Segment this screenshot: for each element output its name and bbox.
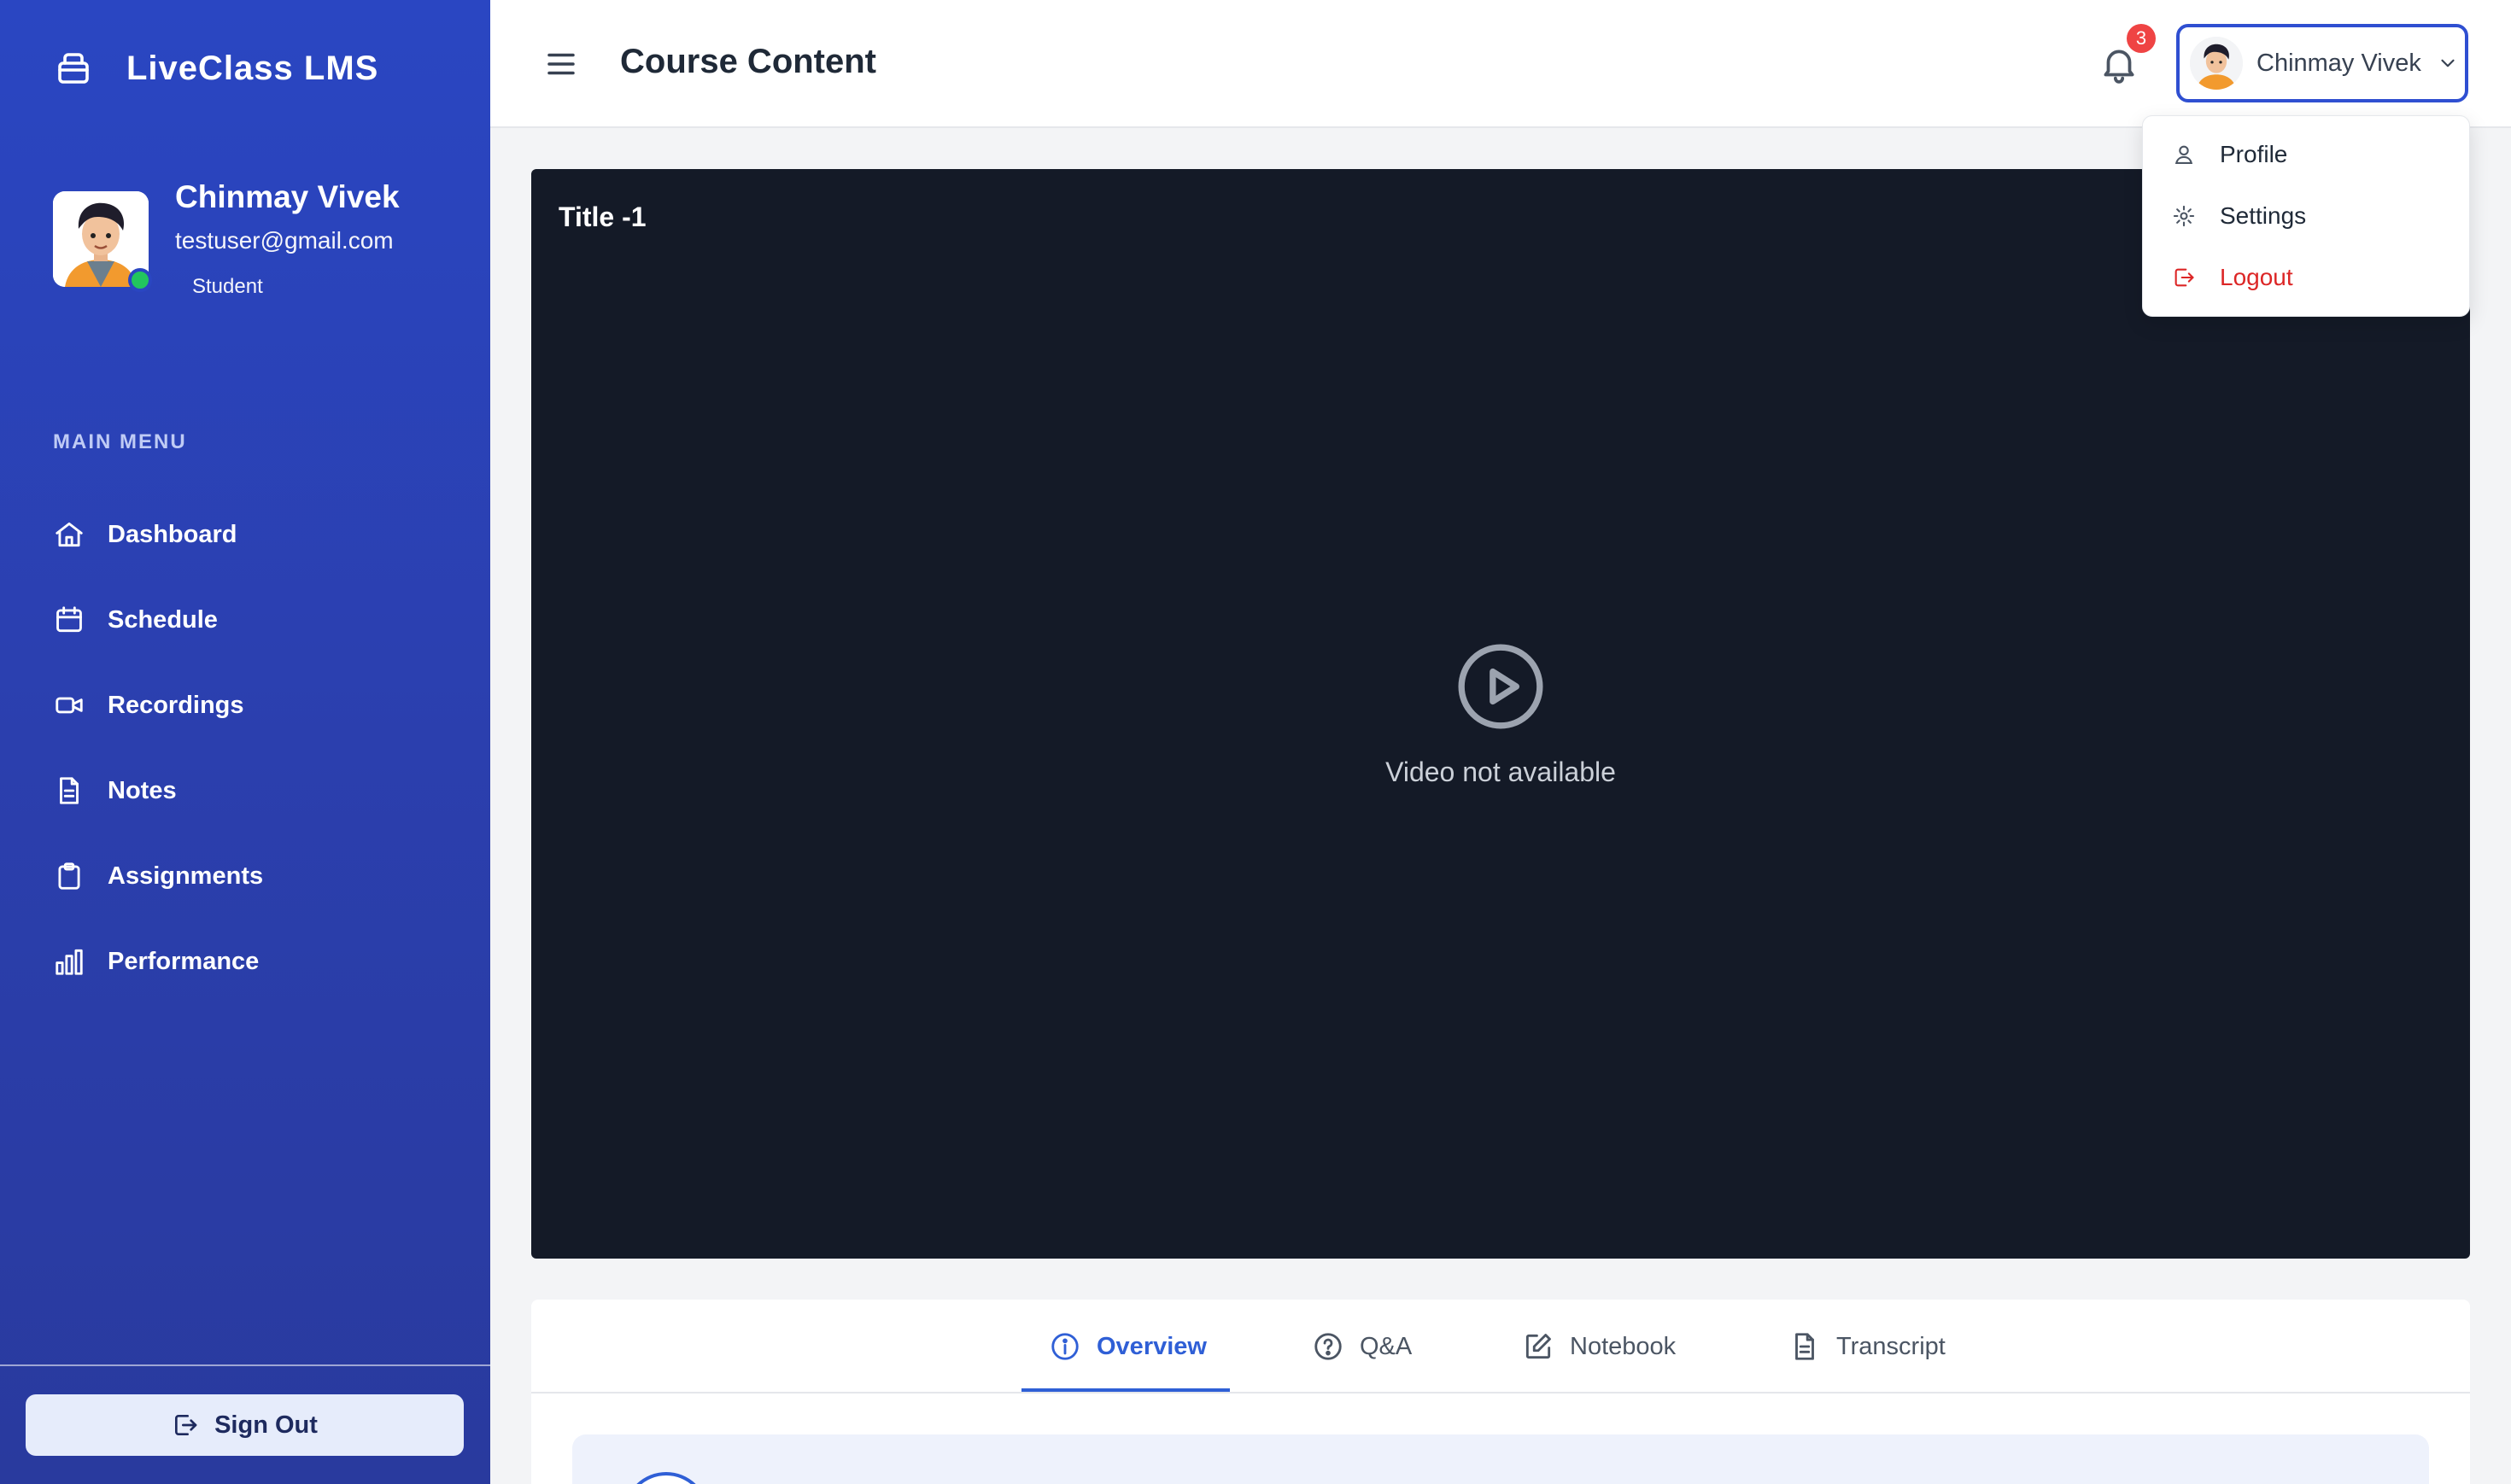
chevron-down-icon	[2441, 59, 2455, 67]
user-menu-name: Chinmay Vivek	[2256, 49, 2421, 77]
tab-label: Notebook	[1570, 1332, 1677, 1360]
play-icon[interactable]	[1454, 640, 1548, 733]
sidebar-item-label: Dashboard	[108, 520, 237, 548]
active-tab-indicator	[1021, 1388, 1230, 1392]
avatar-illustration	[2190, 37, 2243, 90]
overview-card	[572, 1434, 2429, 1484]
sidebar-item-recordings[interactable]: Recordings	[53, 681, 244, 729]
video-player[interactable]: Title -1 Video not available	[531, 169, 2470, 1259]
document-icon	[60, 777, 79, 804]
briefcase-icon	[58, 53, 89, 84]
tab-overview[interactable]: Overview	[1049, 1325, 1207, 1368]
sidebar-item-dashboard[interactable]: Dashboard	[53, 511, 237, 558]
sidebar-item-assignments[interactable]: Assignments	[53, 852, 263, 900]
sidebar-item-label: Assignments	[108, 862, 264, 890]
sidebar-item-schedule[interactable]: Schedule	[53, 596, 218, 644]
menu-item-profile[interactable]: Profile	[2172, 133, 2287, 176]
menu-item-settings[interactable]: Settings	[2172, 195, 2306, 237]
menu-item-logout[interactable]: Logout	[2172, 256, 2293, 299]
file-icon	[1795, 1333, 1814, 1360]
sidebar-item-notes[interactable]: Notes	[53, 767, 177, 815]
logout-icon	[2174, 268, 2194, 287]
question-icon	[1314, 1333, 1342, 1360]
sidebar: LiveClass LMS Chinmay Vivek testuser@gma…	[0, 0, 490, 1484]
sidebar-item-label: Schedule	[108, 605, 218, 634]
user-icon	[2174, 145, 2193, 164]
video-camera-icon	[56, 697, 83, 714]
user-email: testuser@gmail.com	[175, 227, 394, 254]
brand-name: LiveClass LMS	[126, 49, 379, 87]
gear-icon	[2173, 205, 2195, 227]
sign-out-label: Sign Out	[214, 1411, 318, 1439]
user-role-badge: Student	[192, 275, 263, 298]
tab-label: Overview	[1097, 1332, 1207, 1360]
user-dropdown-menu: Profile Settings Logout	[2142, 115, 2470, 317]
hamburger-menu-icon[interactable]	[543, 46, 579, 82]
tab-notebook[interactable]: Notebook	[1522, 1325, 1676, 1368]
user-menu-button[interactable]: Chinmay Vivek	[2176, 24, 2468, 102]
tab-label: Q&A	[1360, 1332, 1413, 1360]
sign-out-button[interactable]: Sign Out	[26, 1394, 464, 1456]
sidebar-item-label: Performance	[108, 947, 260, 975]
content-tabs-panel: Overview Q&A Notebook Transcript	[531, 1300, 2470, 1484]
video-title: Title -1	[559, 202, 647, 232]
avatar	[2190, 37, 2243, 90]
video-unavailable-message: Video not available	[1385, 757, 1616, 787]
tab-label: Transcript	[1836, 1332, 1946, 1360]
online-status-dot	[128, 268, 152, 292]
clipboard-icon	[58, 862, 80, 890]
menu-item-label: Settings	[2220, 202, 2307, 229]
page-title: Course Content	[620, 43, 876, 80]
logout-icon	[175, 1415, 197, 1435]
tab-qa[interactable]: Q&A	[1312, 1325, 1412, 1368]
top-header: Course Content 3 Chinmay Vivek	[490, 0, 2511, 128]
tab-bar: Overview Q&A Notebook Transcript	[531, 1300, 2470, 1393]
brand[interactable]: LiveClass LMS	[53, 48, 378, 89]
sidebar-item-label: Recordings	[108, 691, 244, 719]
bar-chart-icon	[56, 949, 83, 975]
sidebar-divider	[0, 1364, 490, 1366]
sidebar-item-label: Notes	[108, 776, 177, 804]
menu-item-label: Profile	[2220, 141, 2288, 167]
user-name: Chinmay Vivek	[175, 179, 400, 214]
sidebar-item-performance[interactable]: Performance	[53, 938, 259, 985]
instructor-avatar	[623, 1472, 709, 1484]
menu-item-label: Logout	[2220, 264, 2293, 290]
notification-badge: 3	[2127, 24, 2156, 53]
calendar-icon	[56, 606, 82, 633]
main-menu-title: MAIN MENU	[53, 430, 187, 453]
info-icon	[1051, 1333, 1079, 1360]
pencil-square-icon	[1525, 1334, 1551, 1359]
tab-transcript[interactable]: Transcript	[1788, 1325, 1946, 1368]
home-icon	[56, 522, 83, 547]
